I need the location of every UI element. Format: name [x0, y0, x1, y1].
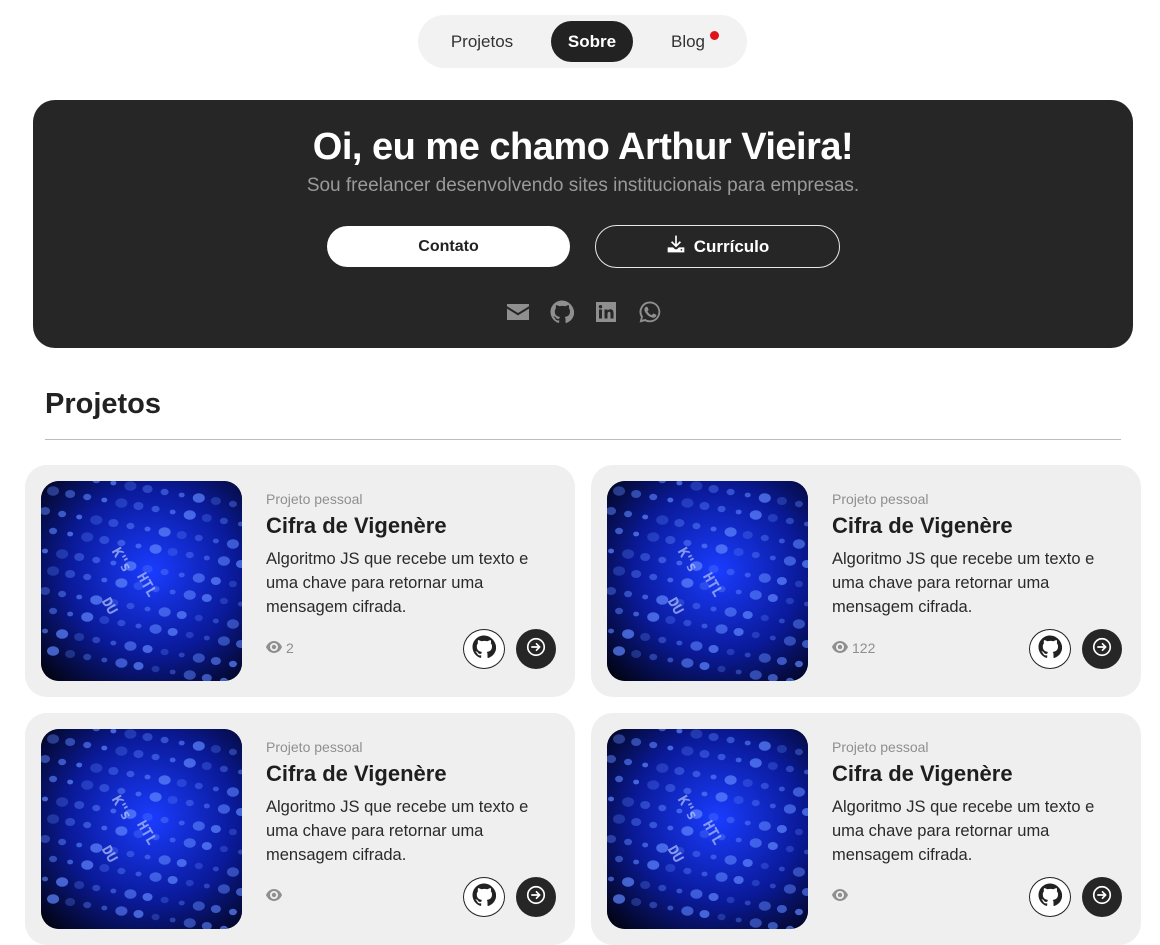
project-description: Algoritmo JS que recebe um texto e uma c… [832, 550, 1095, 616]
project-views: 122 [832, 640, 875, 656]
project-card[interactable]: K"s HTL DU Projeto pessoal Cifra de Vige… [25, 713, 575, 945]
nav-item-sobre[interactable]: Sobre [551, 21, 633, 62]
project-tag: Projeto pessoal [266, 739, 363, 755]
project-thumbnail: K"s HTL DU [41, 481, 242, 681]
project-github-button[interactable] [1029, 877, 1071, 917]
eye-icon [266, 888, 282, 904]
arrow-right-icon [525, 884, 547, 911]
project-thumbnail: K"s HTL DU [41, 729, 242, 929]
project-views: 2 [266, 640, 294, 656]
project-open-button[interactable] [1082, 629, 1122, 669]
github-icon [472, 883, 497, 912]
project-views [832, 888, 852, 904]
github-icon [472, 635, 497, 664]
top-nav: Projetos Sobre Blog [418, 15, 747, 68]
project-title: Cifra de Vigenère [266, 761, 447, 786]
hero-subtitle: Sou freelancer desenvolvendo sites insti… [306, 175, 860, 196]
project-thumbnail: K"s HTL DU [607, 481, 808, 681]
envelope-icon[interactable] [506, 300, 530, 324]
resume-download-button[interactable]: Currículo [595, 225, 840, 268]
project-card[interactable]: K"s HTL DU Projeto pessoal Cifra de Vige… [25, 465, 575, 697]
views-count: 122 [852, 640, 876, 656]
projects-section-title: Projetos [45, 388, 162, 420]
social-links [506, 300, 662, 324]
eye-icon [266, 640, 282, 656]
project-title: Cifra de Vigenère [832, 513, 1013, 538]
views-count: 2 [286, 640, 294, 656]
project-description: Algoritmo JS que recebe um texto e uma c… [266, 798, 529, 864]
github-icon [1038, 883, 1063, 912]
contact-button-label: Contato [418, 237, 479, 255]
project-card[interactable]: K"s HTL DU Projeto pessoal Cifra de Vige… [591, 713, 1141, 945]
project-card[interactable]: K"s HTL DU Projeto pessoal Cifra de Vige… [591, 465, 1141, 697]
project-open-button[interactable] [516, 629, 556, 669]
project-title: Cifra de Vigenère [832, 761, 1013, 786]
nav-item-projetos[interactable]: Projetos [438, 21, 526, 62]
eye-icon [832, 888, 848, 904]
contact-button[interactable]: Contato [327, 226, 570, 267]
project-views [266, 888, 286, 904]
project-description: Algoritmo JS que recebe um texto e uma c… [832, 798, 1095, 864]
hero-title: Oi, eu me chamo Arthur Vieira! [312, 126, 854, 168]
project-thumbnail: K"s HTL DU [607, 729, 808, 929]
nav-item-blog[interactable]: Blog [658, 21, 718, 62]
notification-dot [710, 31, 719, 40]
project-github-button[interactable] [463, 629, 505, 669]
project-title: Cifra de Vigenère [266, 513, 447, 538]
project-tag: Projeto pessoal [266, 491, 363, 507]
linkedin-icon[interactable] [594, 300, 618, 324]
project-github-button[interactable] [1029, 629, 1071, 669]
project-open-button[interactable] [516, 877, 556, 917]
whatsapp-icon[interactable] [638, 300, 662, 324]
hero-banner: Oi, eu me chamo Arthur Vieira! Sou freel… [33, 100, 1133, 348]
arrow-right-icon [525, 636, 547, 663]
arrow-right-icon [1091, 636, 1113, 663]
project-open-button[interactable] [1082, 877, 1122, 917]
section-divider [45, 439, 1121, 440]
project-tag: Projeto pessoal [832, 491, 929, 507]
eye-icon [832, 640, 848, 656]
project-tag: Projeto pessoal [832, 739, 929, 755]
project-description: Algoritmo JS que recebe um texto e uma c… [266, 550, 529, 616]
resume-button-label: Currículo [693, 236, 770, 256]
arrow-right-icon [1091, 884, 1113, 911]
project-github-button[interactable] [463, 877, 505, 917]
download-icon [666, 234, 686, 259]
github-icon[interactable] [550, 300, 575, 324]
github-icon [1038, 635, 1063, 664]
